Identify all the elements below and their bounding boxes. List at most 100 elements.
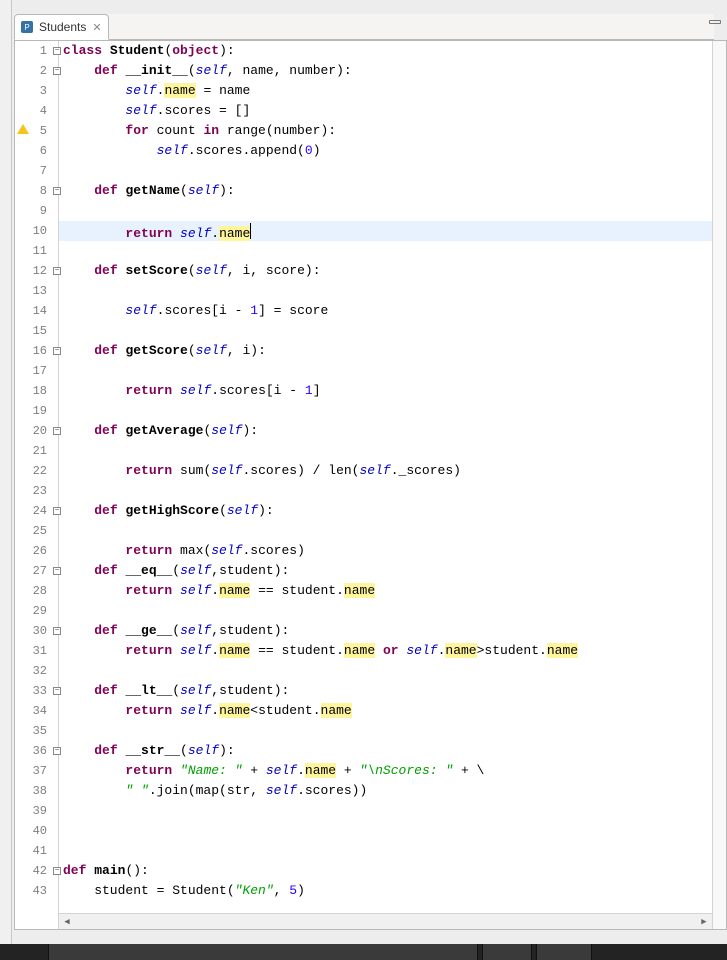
code-line[interactable]: 24− def getHighScore(self):: [15, 501, 726, 521]
code-line[interactable]: 15−: [15, 321, 726, 341]
code-text[interactable]: def __lt__(self,student):: [63, 681, 726, 701]
code-line[interactable]: 9−: [15, 201, 726, 221]
fold-toggle-icon[interactable]: −: [53, 187, 61, 195]
line-number[interactable]: 37: [15, 761, 51, 781]
code-text[interactable]: [63, 201, 726, 221]
line-number[interactable]: 9: [15, 201, 51, 221]
code-text[interactable]: def __str__(self):: [63, 741, 726, 761]
line-number[interactable]: 35: [15, 721, 51, 741]
code-line[interactable]: 28− return self.name == student.name: [15, 581, 726, 601]
code-line[interactable]: 42−def main():: [15, 861, 726, 881]
code-line[interactable]: 43− student = Student("Ken", 5): [15, 881, 726, 901]
code-line[interactable]: 16− def getScore(self, i):: [15, 341, 726, 361]
code-line[interactable]: 35−: [15, 721, 726, 741]
code-text[interactable]: def getName(self):: [63, 181, 726, 201]
fold-toggle-icon[interactable]: −: [53, 567, 61, 575]
line-number[interactable]: 20: [15, 421, 51, 441]
overview-ruler[interactable]: [712, 41, 726, 929]
code-line[interactable]: 6− self.scores.append(0): [15, 141, 726, 161]
line-number[interactable]: 1: [15, 41, 51, 61]
code-text[interactable]: def main():: [63, 861, 726, 881]
code-line[interactable]: 23−: [15, 481, 726, 501]
code-line[interactable]: 4− self.scores = []: [15, 101, 726, 121]
code-line[interactable]: 22− return sum(self.scores) / len(self._…: [15, 461, 726, 481]
line-number[interactable]: 24: [15, 501, 51, 521]
code-text[interactable]: [63, 801, 726, 821]
code-text[interactable]: def getHighScore(self):: [63, 501, 726, 521]
code-line[interactable]: 32−: [15, 661, 726, 681]
close-icon[interactable]: ✕: [92, 21, 101, 34]
code-text[interactable]: for count in range(number):: [63, 121, 726, 141]
fold-toggle-icon[interactable]: −: [53, 427, 61, 435]
code-text[interactable]: self.name = name: [63, 81, 726, 101]
code-text[interactable]: return self.name: [63, 221, 726, 241]
code-line[interactable]: 12− def setScore(self, i, score):: [15, 261, 726, 281]
code-line[interactable]: 2− def __init__(self, name, number):: [15, 61, 726, 81]
line-number[interactable]: 25: [15, 521, 51, 541]
code-text[interactable]: " ".join(map(str, self.scores)): [63, 781, 726, 801]
code-text[interactable]: self.scores = []: [63, 101, 726, 121]
code-line[interactable]: 39−: [15, 801, 726, 821]
code-line[interactable]: 7−: [15, 161, 726, 181]
line-number[interactable]: 22: [15, 461, 51, 481]
line-number[interactable]: 17: [15, 361, 51, 381]
code-text[interactable]: return sum(self.scores) / len(self._scor…: [63, 461, 726, 481]
code-text[interactable]: return self.name<student.name: [63, 701, 726, 721]
line-number[interactable]: 32: [15, 661, 51, 681]
code-text[interactable]: return self.scores[i - 1]: [63, 381, 726, 401]
code-text[interactable]: def setScore(self, i, score):: [63, 261, 726, 281]
code-text[interactable]: [63, 521, 726, 541]
code-text[interactable]: [63, 841, 726, 861]
line-number[interactable]: 27: [15, 561, 51, 581]
fold-toggle-icon[interactable]: −: [53, 347, 61, 355]
code-line[interactable]: 1−class Student(object):: [15, 41, 726, 61]
scroll-left-icon[interactable]: ◀: [59, 914, 75, 929]
line-number[interactable]: 30: [15, 621, 51, 641]
line-number[interactable]: 15: [15, 321, 51, 341]
line-number[interactable]: 40: [15, 821, 51, 841]
code-line[interactable]: 41−: [15, 841, 726, 861]
code-text[interactable]: [63, 821, 726, 841]
code-line[interactable]: 20− def getAverage(self):: [15, 421, 726, 441]
code-text[interactable]: def __eq__(self,student):: [63, 561, 726, 581]
code-line[interactable]: 17−: [15, 361, 726, 381]
line-number[interactable]: 38: [15, 781, 51, 801]
code-line[interactable]: 10− return self.name: [15, 221, 726, 241]
line-number[interactable]: 42: [15, 861, 51, 881]
line-number[interactable]: 11: [15, 241, 51, 261]
code-text[interactable]: [63, 281, 726, 301]
code-text[interactable]: def getScore(self, i):: [63, 341, 726, 361]
line-number[interactable]: 34: [15, 701, 51, 721]
code-line[interactable]: 13−: [15, 281, 726, 301]
code-text[interactable]: [63, 661, 726, 681]
code-text[interactable]: [63, 241, 726, 261]
line-number[interactable]: 16: [15, 341, 51, 361]
line-number[interactable]: 36: [15, 741, 51, 761]
code-line[interactable]: 21−: [15, 441, 726, 461]
line-number[interactable]: 39: [15, 801, 51, 821]
fold-toggle-icon[interactable]: −: [53, 67, 61, 75]
line-number[interactable]: 18: [15, 381, 51, 401]
code-line[interactable]: 37− return "Name: " + self.name + "\nSco…: [15, 761, 726, 781]
code-text[interactable]: class Student(object):: [63, 41, 726, 61]
horizontal-scrollbar[interactable]: ◀ ▶: [59, 913, 712, 929]
line-number[interactable]: 19: [15, 401, 51, 421]
code-line[interactable]: 31− return self.name == student.name or …: [15, 641, 726, 661]
code-line[interactable]: 38− " ".join(map(str, self.scores)): [15, 781, 726, 801]
code-line[interactable]: 34− return self.name<student.name: [15, 701, 726, 721]
code-line[interactable]: 30− def __ge__(self,student):: [15, 621, 726, 641]
code-line[interactable]: 25−: [15, 521, 726, 541]
fold-toggle-icon[interactable]: −: [53, 507, 61, 515]
code-line[interactable]: 36− def __str__(self):: [15, 741, 726, 761]
fold-toggle-icon[interactable]: −: [53, 867, 61, 875]
code-text[interactable]: [63, 441, 726, 461]
line-number[interactable]: 23: [15, 481, 51, 501]
code-text[interactable]: [63, 161, 726, 181]
line-number[interactable]: 13: [15, 281, 51, 301]
line-number[interactable]: 43: [15, 881, 51, 901]
code-line[interactable]: 5− for count in range(number):: [15, 121, 726, 141]
code-text[interactable]: def __init__(self, name, number):: [63, 61, 726, 81]
code-text[interactable]: [63, 601, 726, 621]
line-number[interactable]: 12: [15, 261, 51, 281]
code-text[interactable]: return max(self.scores): [63, 541, 726, 561]
